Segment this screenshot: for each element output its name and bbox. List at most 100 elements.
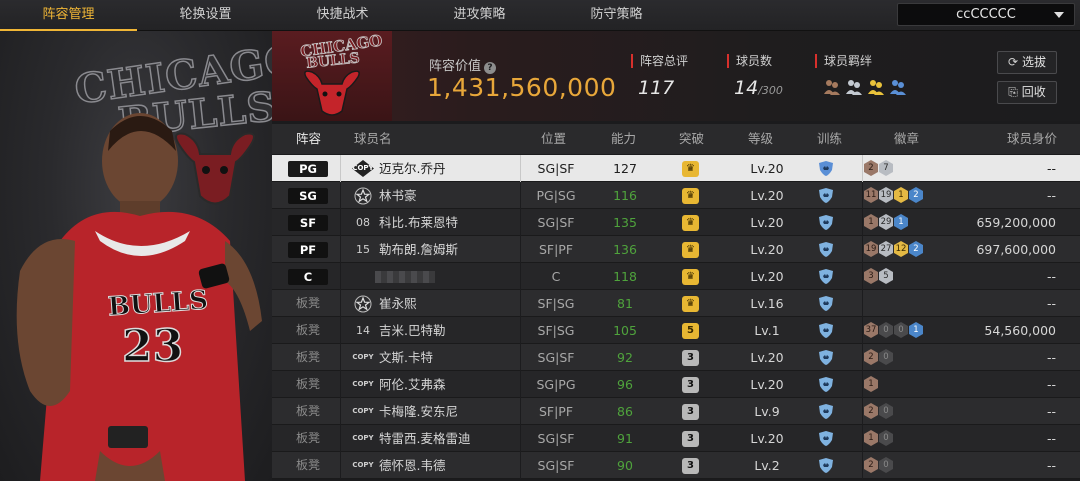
player-name[interactable]: 勒布朗.詹姆斯 (379, 236, 458, 263)
player-level: Lv.9 (754, 404, 780, 419)
team-select-dropdown[interactable]: ccCCCCC (897, 3, 1075, 26)
badge-list[interactable]: 20 (864, 457, 893, 473)
table-row[interactable]: 板凳 崔永熙 SF|SG 81 ♛ Lv.16 -- (272, 290, 1080, 317)
player-positions: SF|SG (537, 323, 575, 338)
player-name[interactable]: 迈克尔.乔丹 (379, 155, 445, 182)
header-level[interactable]: 等级 (748, 124, 773, 154)
player-name[interactable]: 德怀恩.韦德 (379, 452, 445, 479)
bench-slot-label: 板凳 (295, 404, 320, 418)
breakthrough-level-badge[interactable]: 3 (682, 404, 699, 420)
training-shield-icon[interactable] (817, 349, 835, 366)
player-name[interactable]: 吉米.巴特勒 (379, 317, 445, 344)
column-divider (862, 182, 863, 209)
badge-list[interactable]: 1 29 1 (864, 214, 908, 230)
player-bonds[interactable] (823, 78, 907, 96)
tab-offense-strategy[interactable]: 进攻策略 (411, 0, 548, 31)
header-player-name[interactable]: 球员名 (354, 124, 392, 154)
position-slot-badge: SF (288, 215, 328, 231)
player-level: Lv.16 (750, 296, 784, 311)
bull-head-icon (304, 70, 360, 116)
training-shield-icon[interactable] (817, 160, 835, 177)
player-name[interactable]: 特雷西.麦格雷迪 (379, 425, 470, 452)
badge-list[interactable]: 11 19 1 2 (864, 187, 923, 203)
header-badges[interactable]: 徽章 (894, 124, 919, 154)
bond-bronze-icon[interactable] (823, 78, 841, 96)
crown-icon[interactable]: ♛ (682, 269, 699, 285)
header-position[interactable]: 位置 (541, 124, 566, 154)
table-row[interactable]: SG 林书豪 PG|SG 116 ♛ Lv.20 11 19 1 2 -- (272, 182, 1080, 209)
training-shield-icon[interactable] (817, 187, 835, 204)
badge-list[interactable]: 37 0 0 1 (864, 322, 923, 338)
header-ability[interactable]: 能力 (611, 124, 636, 154)
tab-quick-tactics[interactable]: 快捷战术 (274, 0, 411, 31)
header-player-value[interactable]: 球员身价 (1007, 124, 1057, 154)
training-shield-icon[interactable] (817, 214, 835, 231)
player-level: Lv.20 (750, 431, 784, 446)
player-ability: 105 (613, 323, 637, 338)
header-breakthrough[interactable]: 突破 (679, 124, 704, 154)
bond-silver-icon[interactable] (845, 78, 863, 96)
table-row[interactable]: PF 15 勒布朗.詹姆斯 SF|PF 136 ♛ Lv.20 19 27 12 2 697,600,… (272, 236, 1080, 263)
badge-list[interactable]: 20 (864, 403, 893, 419)
column-divider (340, 182, 341, 209)
training-shield-icon[interactable] (817, 403, 835, 420)
player-name[interactable]: 文斯.卡特 (379, 344, 433, 371)
player-market-value: 659,200,000 (976, 215, 1056, 230)
breakthrough-level-badge[interactable]: 3 (682, 431, 699, 447)
badge-hex: 0 (879, 403, 893, 419)
table-row[interactable]: 板凳 COPY 特雷西.麦格雷迪 SG|SF 91 3 Lv.20 1 0 -- (272, 425, 1080, 452)
training-shield-icon[interactable] (817, 376, 835, 393)
header-training[interactable]: 训练 (817, 124, 842, 154)
badge-list[interactable]: 20 (864, 349, 893, 365)
training-shield-icon[interactable] (817, 457, 835, 474)
column-divider (862, 209, 863, 236)
training-shield-icon[interactable] (817, 322, 835, 339)
table-row[interactable]: 板凳 COPY 德怀恩.韦德 SG|SF 90 3 Lv.2 2 0 -- (272, 452, 1080, 479)
table-row[interactable]: 板凳 COPY 文斯.卡特 SG|SF 92 3 Lv.20 2 0 -- (272, 344, 1080, 371)
tab-lineup-management[interactable]: 阵容管理 (0, 0, 137, 31)
badge-list[interactable]: 1 (864, 376, 878, 392)
bond-blue-icon[interactable] (889, 78, 907, 96)
team-logo: CHICAGO BULLS (272, 31, 392, 121)
bench-slot-label: 板凳 (295, 377, 320, 391)
crown-icon[interactable]: ♛ (682, 215, 699, 231)
breakthrough-level-badge[interactable]: 5 (682, 323, 699, 339)
player-name[interactable]: 林书豪 (379, 182, 417, 209)
header-lineup[interactable]: 阵容 (296, 124, 321, 154)
badge-list[interactable]: 27 (864, 160, 893, 176)
table-row[interactable]: C C 118 ♛ Lv.20 3 5 -- (272, 263, 1080, 290)
crown-icon[interactable]: ♛ (682, 188, 699, 204)
badge-list[interactable]: 10 (864, 430, 893, 446)
badge-list[interactable]: 35 (864, 268, 893, 284)
player-name[interactable]: 科比.布莱恩特 (379, 209, 458, 236)
table-row[interactable]: 板凳 COPY 阿伦.艾弗森 SG|PG 96 3 Lv.20 1 -- (272, 371, 1080, 398)
player-name[interactable]: 阿伦.艾弗森 (379, 371, 445, 398)
training-shield-icon[interactable] (817, 268, 835, 285)
badge-list[interactable]: 19 27 12 2 (864, 241, 923, 257)
crown-icon[interactable]: ♛ (682, 296, 699, 312)
tab-defense-strategy[interactable]: 防守策略 (548, 0, 685, 31)
crown-icon[interactable]: ♛ (682, 242, 699, 258)
bond-gold-icon[interactable] (867, 78, 885, 96)
player-name[interactable]: 卡梅隆.安东尼 (379, 398, 458, 425)
select-players-button[interactable]: ⟳ 选拔 (997, 51, 1057, 74)
recycle-button[interactable]: ⎘ 回收 (997, 81, 1057, 104)
tab-rotation-settings[interactable]: 轮换设置 (137, 0, 274, 31)
table-row[interactable]: 板凳 COPY 卡梅隆.安东尼 SF|PF 86 3 Lv.9 2 0 -- (272, 398, 1080, 425)
table-row[interactable]: PG COPY 迈克尔.乔丹 SG|SF 127 ♛ Lv.20 2 7 -- (272, 155, 1080, 182)
breakthrough-level-badge[interactable]: 3 (682, 377, 699, 393)
training-shield-icon[interactable] (817, 430, 835, 447)
breakthrough-level-badge[interactable]: 3 (682, 458, 699, 474)
column-divider (862, 398, 863, 425)
player-ability: 81 (617, 296, 633, 311)
player-name[interactable]: 崔永熙 (379, 290, 417, 317)
table-row[interactable]: SF 08 科比.布莱恩特 SG|SF 135 ♛ Lv.20 1 29 1 659,200,000 (272, 209, 1080, 236)
badge-hex: 1 (894, 187, 908, 203)
breakthrough-level-badge[interactable]: 3 (682, 350, 699, 366)
crown-icon[interactable]: ♛ (682, 161, 699, 177)
column-divider (340, 236, 341, 263)
table-row[interactable]: 板凳 14 吉米.巴特勒 SF|SG 105 5 Lv.1 37 0 0 1 54,560,000 (272, 317, 1080, 344)
training-shield-icon[interactable] (817, 295, 835, 312)
training-shield-icon[interactable] (817, 241, 835, 258)
position-slot-badge: C (288, 269, 328, 285)
